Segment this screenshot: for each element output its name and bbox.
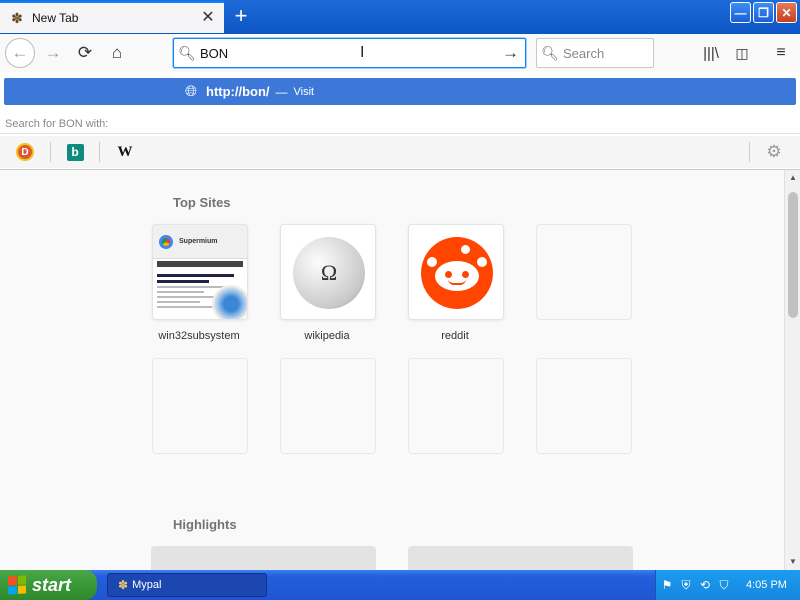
hamburger-icon: ≡ xyxy=(776,44,786,61)
scroll-down-icon[interactable]: ▼ xyxy=(787,556,799,568)
suggestion-action: Visit xyxy=(293,85,315,98)
taskbar-item-label: Mypal xyxy=(132,579,162,591)
tab-strip: ✽ New Tab ✕ + — ❐ ✕ xyxy=(0,0,800,34)
browser-logo-icon xyxy=(212,285,247,319)
new-tab-button[interactable]: + xyxy=(229,5,253,29)
scroll-up-icon[interactable]: ▲ xyxy=(787,172,799,184)
url-input[interactable] xyxy=(200,45,470,61)
clock: 4:05 PM xyxy=(746,579,787,591)
minimize-button[interactable]: — xyxy=(730,2,751,23)
empty-top-site-tile[interactable] xyxy=(536,358,632,454)
search-icon: 🔍︎ xyxy=(541,44,559,61)
home-button[interactable]: ⌂ xyxy=(104,40,130,66)
go-arrow-icon[interactable]: → xyxy=(502,43,519,63)
menu-button[interactable]: ≡ xyxy=(768,40,794,66)
close-window-button[interactable]: ✕ xyxy=(776,2,797,23)
back-button[interactable]: ← xyxy=(5,38,35,68)
windows-logo-icon xyxy=(8,575,26,595)
close-tab-icon[interactable]: ✕ xyxy=(198,8,218,28)
divider xyxy=(749,142,750,162)
minimize-icon: — xyxy=(734,5,747,20)
search-input[interactable] xyxy=(563,45,649,61)
navigation-toolbar: ← → ⟳ ⌂ 🔍︎ I → 🔍︎ |||\ ◫ ≡ xyxy=(0,34,800,72)
autocomplete-suggestion[interactable]: 🌐︎ http://bon/ — Visit xyxy=(4,78,796,105)
sidebar-button[interactable]: ◫ xyxy=(729,40,755,66)
start-button[interactable]: start xyxy=(0,570,97,600)
search-bar[interactable]: 🔍︎ xyxy=(536,38,654,68)
start-label: start xyxy=(32,574,72,595)
page-scrollbar[interactable]: ▲ ▼ xyxy=(784,170,800,570)
bee-icon: ✽ xyxy=(118,578,129,592)
top-site-tile-reddit[interactable] xyxy=(408,224,504,320)
system-tray: ⚑ ⛨ ⟲ ⛉ 4:05 PM xyxy=(655,570,800,600)
highlight-card[interactable] xyxy=(408,546,633,570)
highlights-heading: Highlights xyxy=(173,517,237,532)
globe-icon: 🌐︎ xyxy=(184,83,197,100)
search-for-label: Search for BON with: xyxy=(0,114,800,134)
top-site-label: reddit xyxy=(441,330,469,342)
arrow-right-icon: → xyxy=(44,43,62,62)
top-site-label: win32subsystem xyxy=(158,330,240,342)
text-cursor-icon: I xyxy=(360,44,365,61)
bing-icon: b xyxy=(66,143,84,161)
search-icon: 🔍︎ xyxy=(178,44,196,61)
thumbnail-header: Supermium xyxy=(153,225,247,259)
reload-button[interactable]: ⟳ xyxy=(72,40,98,66)
divider xyxy=(50,142,51,162)
highlight-card[interactable] xyxy=(151,546,376,570)
search-settings-button[interactable]: ⚙ xyxy=(763,142,785,162)
close-icon: ✕ xyxy=(781,5,792,20)
wikipedia-engine-button[interactable]: W xyxy=(114,142,136,162)
wikipedia-icon: W xyxy=(117,143,133,160)
empty-top-site-tile[interactable] xyxy=(536,224,632,320)
bee-icon: ✽ xyxy=(11,10,23,26)
empty-top-site-tile[interactable] xyxy=(408,358,504,454)
sidebar-icon: ◫ xyxy=(735,44,749,61)
top-site-tile-win32subsystem[interactable]: Supermium xyxy=(152,224,248,320)
empty-top-site-tile[interactable] xyxy=(280,358,376,454)
suggestion-separator: — xyxy=(275,84,288,99)
update-icon[interactable]: ⟲ xyxy=(697,577,713,593)
gear-icon: ⚙ xyxy=(766,142,782,161)
duckduckgo-engine-button[interactable]: D xyxy=(14,142,36,162)
one-off-search-engines: D b W ⚙ xyxy=(0,136,800,168)
network-icon[interactable]: ⚑ xyxy=(659,577,675,593)
url-bar[interactable]: 🔍︎ I → xyxy=(173,38,526,68)
suggestion-url: http://bon/ xyxy=(206,84,270,99)
library-button[interactable]: |||\ xyxy=(698,40,724,66)
top-sites-heading: Top Sites xyxy=(173,195,231,210)
top-site-label: wikipedia xyxy=(304,330,350,342)
scroll-thumb[interactable] xyxy=(788,192,798,318)
security-shield-icon[interactable]: ⛨ xyxy=(678,577,694,593)
bing-engine-button[interactable]: b xyxy=(64,142,86,162)
arrow-left-icon: ← xyxy=(11,43,29,62)
library-icon: |||\ xyxy=(703,44,719,62)
home-icon: ⌂ xyxy=(111,43,123,62)
reload-icon: ⟳ xyxy=(77,43,93,62)
thumbnail-title: Supermium xyxy=(179,238,218,245)
taskbar-item-mypal[interactable]: ✽ Mypal xyxy=(107,573,267,597)
empty-top-site-tile[interactable] xyxy=(152,358,248,454)
supermium-logo-icon xyxy=(159,234,173,249)
window-controls: — ❐ ✕ xyxy=(730,2,797,23)
autocomplete-popup: 🌐︎ http://bon/ — Visit Search for BON wi… xyxy=(0,72,800,170)
forward-button[interactable]: → xyxy=(40,40,66,66)
omega-glyph: Ω xyxy=(320,260,338,285)
wikipedia-globe-icon: Ω xyxy=(293,237,365,309)
tab-title: New Tab xyxy=(32,11,79,25)
duckduckgo-icon: D xyxy=(16,143,34,161)
restore-button[interactable]: ❐ xyxy=(753,2,774,23)
tab-new-tab[interactable]: ✽ New Tab ✕ xyxy=(0,1,224,33)
divider xyxy=(99,142,100,162)
reddit-logo-icon xyxy=(421,237,493,309)
taskbar: start ✽ Mypal ⚑ ⛨ ⟲ ⛉ 4:05 PM xyxy=(0,570,800,600)
new-tab-page: Top Sites Supermium win32subsystem Ω wik… xyxy=(0,170,784,570)
antivirus-icon[interactable]: ⛉ xyxy=(716,577,732,593)
restore-icon: ❐ xyxy=(758,5,769,20)
top-site-tile-wikipedia[interactable]: Ω xyxy=(280,224,376,320)
thumbnail-nav xyxy=(157,261,243,267)
